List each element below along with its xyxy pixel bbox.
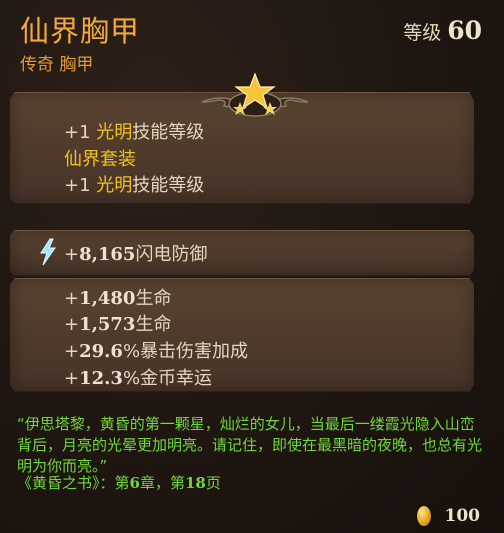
item-name: 仙界胸甲 [20, 14, 141, 48]
stat-line: +29.6%暴击伤害加成 [64, 341, 249, 362]
stat-line: +1,573生命 [64, 314, 172, 335]
skill-line-2: +1 光明技能等级 [64, 175, 205, 196]
level-label: 等级 [403, 22, 442, 44]
lore-source: 《黄昏之书》：第6章，第18页 [17, 474, 221, 492]
sell-price: 100 [416, 506, 481, 526]
gold-coin-icon [416, 506, 431, 526]
skill-line-1: +1 光明技能等级 [64, 122, 205, 143]
lightning-icon [40, 238, 56, 266]
stat-line: +12.3%金币幸运 [64, 368, 213, 389]
item-tooltip: 仙界胸甲 传奇 胸甲 等级 60 +1 光明技能等级 仙界套装 +1 光明技能等… [0, 0, 504, 533]
star-ornament-icon [201, 72, 309, 117]
skill-tree-name: 光明 [96, 175, 133, 196]
stat-line: +1,480生命 [64, 288, 172, 309]
lore-quote: “伊思塔黎，黄昏的第一颗星，灿烂的女儿，当最后一缕霞光隐入山峦背后，月亮的光晕更… [17, 415, 483, 475]
level-value: 60 [447, 16, 482, 45]
set-name: 仙界套装 [64, 149, 136, 170]
item-level: 等级 60 [403, 16, 482, 45]
skill-tree-name: 光明 [96, 122, 133, 143]
main-stat-line: +8,165闪电防御 [64, 244, 208, 265]
item-rarity-type: 传奇 胸甲 [20, 55, 94, 75]
price-value: 100 [444, 506, 481, 526]
